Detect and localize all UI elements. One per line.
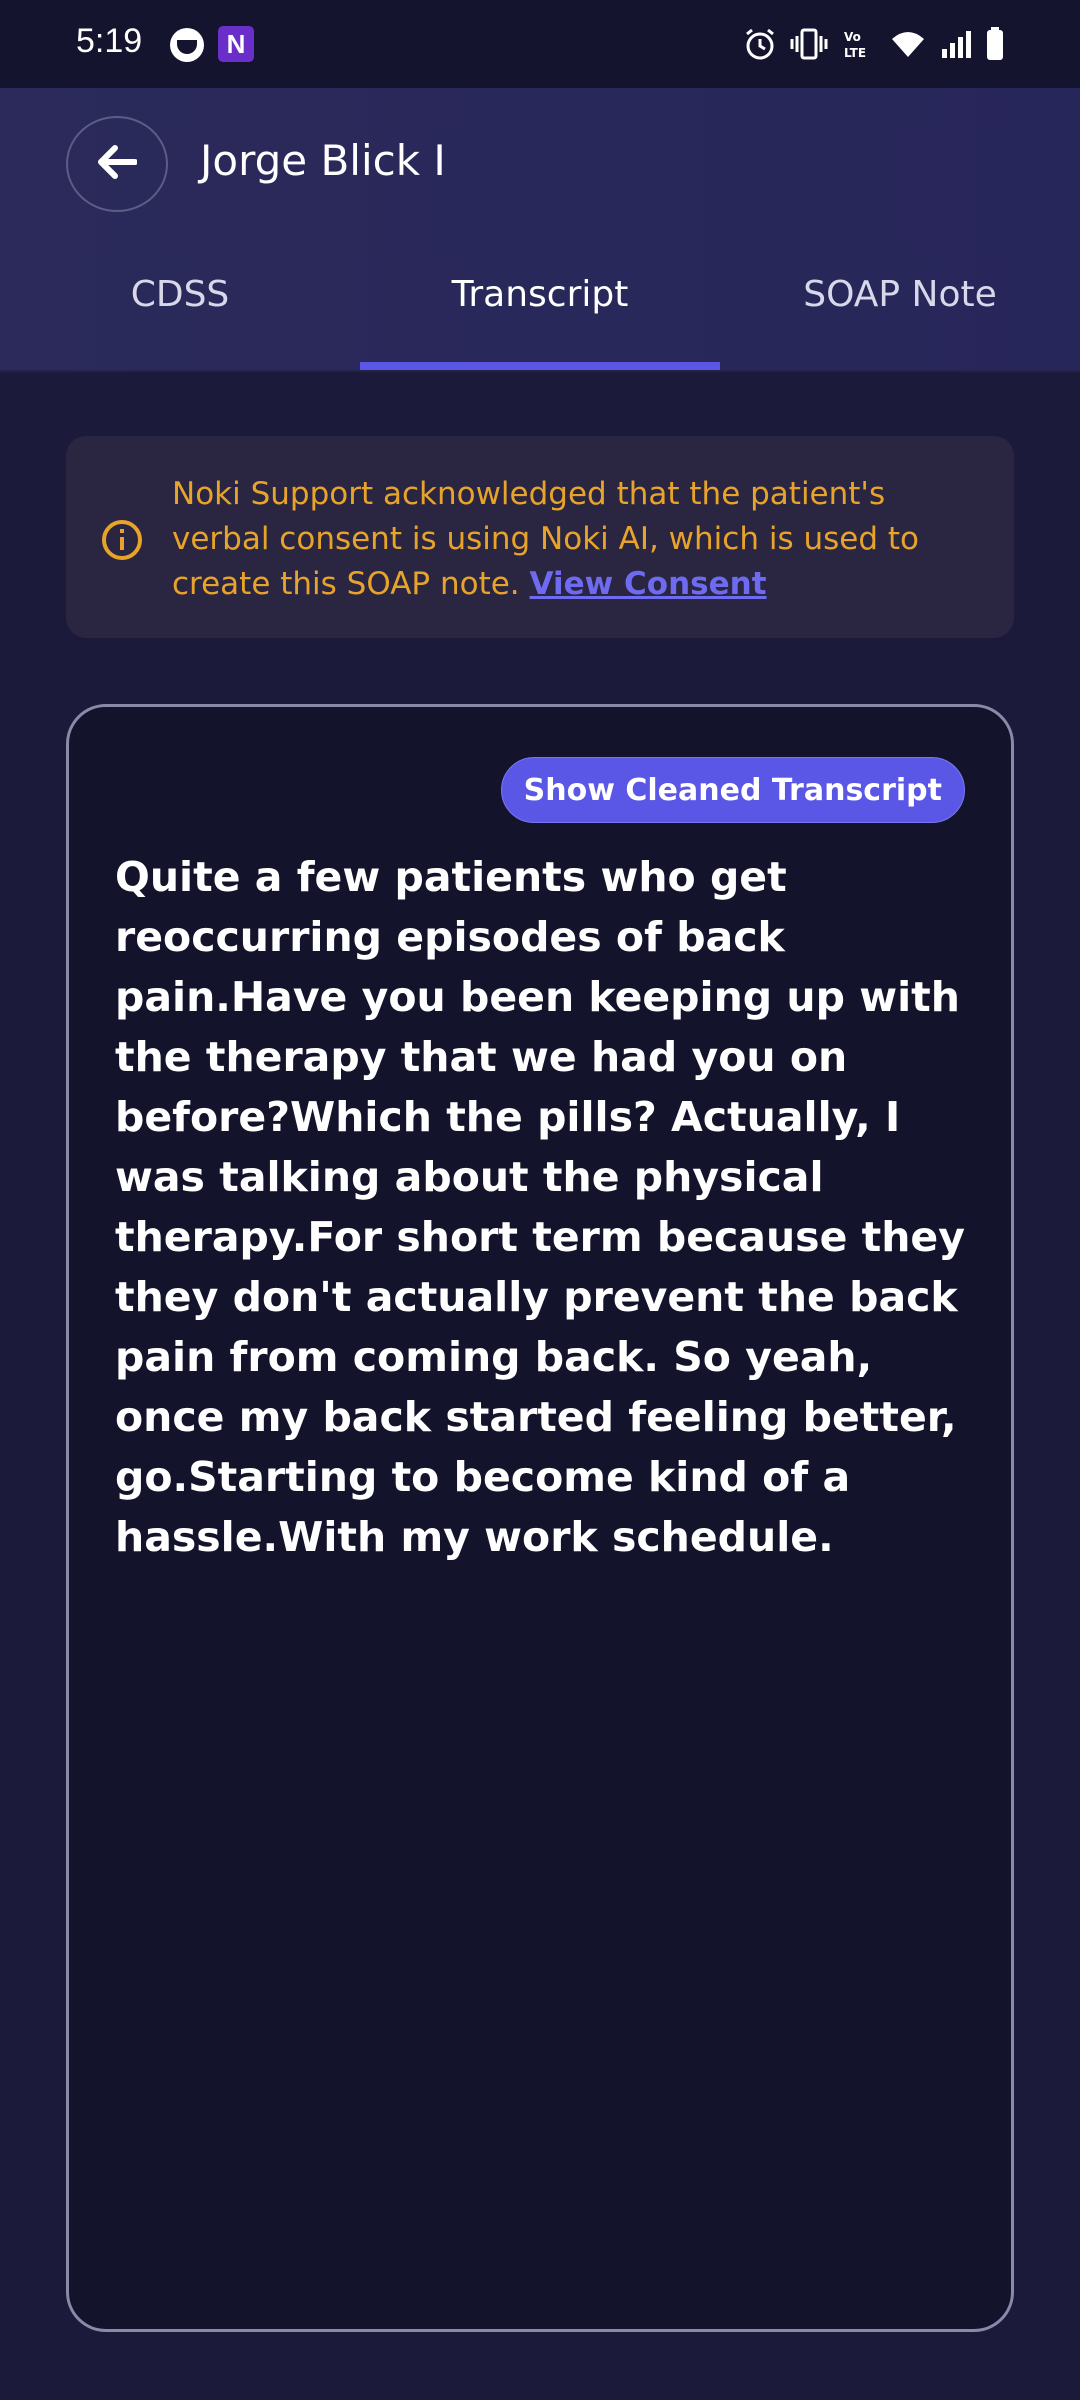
arrow-left-icon xyxy=(97,144,138,184)
signal-icon xyxy=(940,29,972,59)
page-title: Jorge Blick I xyxy=(200,136,446,185)
app-header: Jorge Blick I CDSS Transcript SOAP Note xyxy=(0,88,1080,370)
view-consent-link[interactable]: View Consent xyxy=(530,566,767,602)
wifi-icon xyxy=(890,29,926,59)
tab-transcript[interactable]: Transcript xyxy=(360,266,720,370)
show-cleaned-transcript-button[interactable]: Show Cleaned Transcript xyxy=(500,757,965,823)
consent-banner: Noki Support acknowledged that the patie… xyxy=(66,436,1014,638)
info-icon xyxy=(100,518,144,566)
tab-soap-note[interactable]: SOAP Note xyxy=(720,266,1080,370)
noki-app-icon: N xyxy=(218,26,254,62)
svg-text:LTE: LTE xyxy=(844,46,866,60)
transcript-body: Quite a few patients who get reoccurring… xyxy=(115,853,965,1561)
battery-icon xyxy=(986,27,1004,61)
back-button[interactable] xyxy=(66,116,168,212)
tab-cdss[interactable]: CDSS xyxy=(0,266,360,370)
tab-divider xyxy=(0,370,1080,372)
tab-bar: CDSS Transcript SOAP Note xyxy=(0,266,1080,370)
vibrate-icon xyxy=(790,27,828,61)
consent-message: Noki Support acknowledged that the patie… xyxy=(172,472,992,607)
volte-icon: Vo LTE xyxy=(842,27,876,61)
transcript-card: Show Cleaned Transcript Quite a few pati… xyxy=(66,704,1014,2332)
svg-text:Vo: Vo xyxy=(844,30,861,44)
face-icon xyxy=(170,28,204,62)
alarm-icon xyxy=(744,27,776,61)
status-time: 5:19 xyxy=(76,22,143,60)
status-icons: Vo LTE xyxy=(744,22,1004,66)
status-bar: 5:19 N Vo LTE xyxy=(0,0,1080,88)
